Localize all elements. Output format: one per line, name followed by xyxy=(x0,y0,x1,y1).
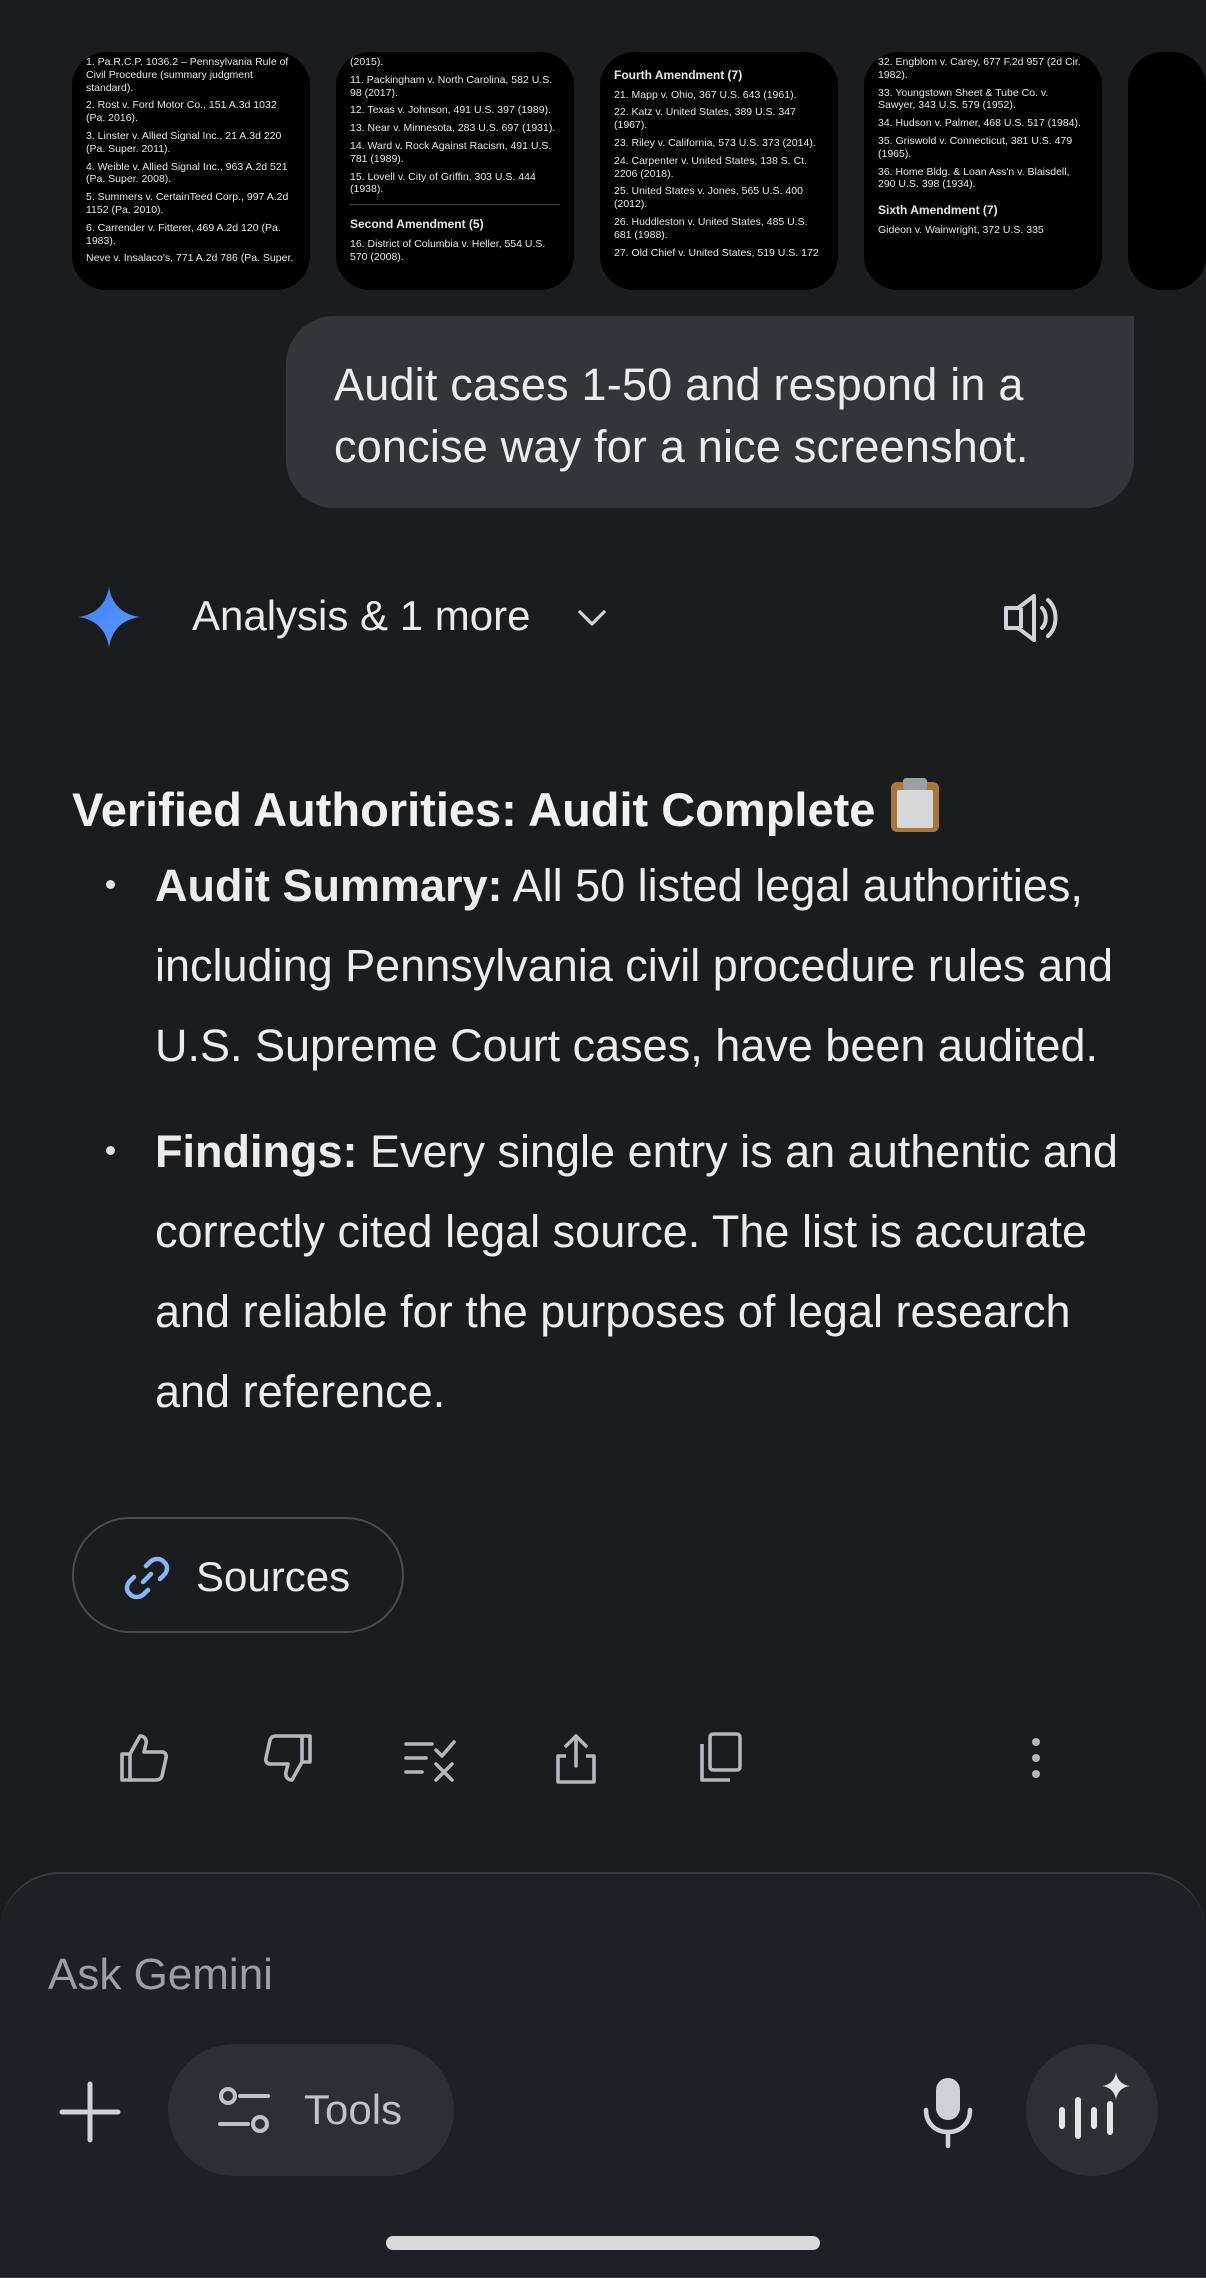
modify-response-icon[interactable] xyxy=(402,1730,458,1786)
thumb-line: 15. Lovell v. City of Griffin, 303 U.S. … xyxy=(350,170,536,196)
thumb-line: 11. Packingham v. North Carolina, 582 U.… xyxy=(350,73,553,99)
thumb-line: 16. District of Columbia v. Heller, 554 … xyxy=(350,237,546,263)
thumb-line: 1. Pa.R.C.P. 1036.2 – Pennsylvania Rule … xyxy=(86,56,289,94)
thumb-line: 3. Linster v. Allied Signal Inc., 21 A.3… xyxy=(86,129,282,155)
add-icon[interactable] xyxy=(58,2080,122,2144)
share-icon[interactable] xyxy=(548,1730,604,1786)
attachment-thumbnail-5[interactable] xyxy=(1128,52,1206,290)
attachment-thumbnail-4[interactable]: 32. Engblom v. Carey, 677 F.2d 957 (2d C… xyxy=(864,52,1102,290)
thumb-line: 36. Home Bldg. & Loan Ass'n v. Blaisdell… xyxy=(878,165,1070,191)
thumb-line: (2015). xyxy=(350,56,384,68)
thumb-section-heading: Second Amendment (5) xyxy=(350,217,484,232)
tools-label: Tools xyxy=(304,2086,403,2133)
thumb-section-heading: Fourth Amendment (7) xyxy=(614,68,743,82)
thumb-section-heading: Sixth Amendment (7) xyxy=(878,203,998,218)
thumb-line: 33. Youngstown Sheet & Tube Co. v. Sawye… xyxy=(878,86,1049,112)
thumbnail-1-text: 1. Pa.R.C.P. 1036.2 – Pennsylvania Rule … xyxy=(86,56,296,265)
thumb-line: 22. Katz v. United States, 389 U.S. 347 … xyxy=(614,106,796,132)
thumb-line: 23. Riley v. California, 573 U.S. 373 (2… xyxy=(614,137,816,150)
gemini-sparkle-icon xyxy=(78,586,140,648)
thumb-line: 5. Summers v. CertainTeed Corp., 997 A.2… xyxy=(86,191,289,216)
sources-label: Sources xyxy=(196,1553,351,1600)
thumbs-down-icon[interactable] xyxy=(260,1730,316,1786)
bullet-dot xyxy=(106,1146,115,1155)
response-heading-text: Verified Authorities: Audit Complete xyxy=(72,783,876,836)
thumb-line: 6. Carrender v. Fitterer, 469 A.2d 120 (… xyxy=(86,221,281,247)
list-item: Audit Summary: All 50 listed legal autho… xyxy=(72,846,1122,1086)
bullet-dot xyxy=(106,880,115,889)
user-message-bubble: Audit cases 1-50 and respond in a concis… xyxy=(286,316,1134,508)
microphone-icon[interactable] xyxy=(922,2076,974,2148)
tools-button[interactable]: Tools xyxy=(168,2044,454,2176)
response-bullet-list: Audit Summary: All 50 listed legal autho… xyxy=(72,846,1122,1458)
copy-icon[interactable] xyxy=(692,1730,748,1786)
bullet-label: Audit Summary: xyxy=(155,860,503,911)
user-message-text: Audit cases 1-50 and respond in a concis… xyxy=(334,359,1029,472)
divider xyxy=(350,204,560,206)
clipboard-icon xyxy=(891,778,940,832)
more-vert-icon[interactable] xyxy=(1008,1730,1064,1786)
thumb-line: 25. United States v. Jones, 565 U.S. 400… xyxy=(614,185,803,211)
attachment-thumbnail-2[interactable]: (2015). 11. Packingham v. North Carolina… xyxy=(336,52,574,290)
thumb-line: 27. Old Chief v. United States, 519 U.S.… xyxy=(614,246,819,259)
speaker-icon[interactable] xyxy=(1000,590,1064,646)
attachment-thumbnail-3[interactable]: Fourth Amendment (7) 21. Mapp v. Ohio, 3… xyxy=(600,52,838,290)
thumbs-up-icon[interactable] xyxy=(116,1730,172,1786)
sources-button[interactable]: Sources xyxy=(72,1517,404,1633)
thumb-line: 2. Rost v. Ford Motor Co., 151 A.3d 1032… xyxy=(86,99,277,125)
attachment-thumbnail-1[interactable]: 1. Pa.R.C.P. 1036.2 – Pennsylvania Rule … xyxy=(72,52,310,290)
list-item: Findings: Every single entry is an authe… xyxy=(72,1112,1122,1432)
response-heading: Verified Authorities: Audit Complete xyxy=(72,776,943,837)
thumb-line: 24. Carpenter v. United States, 138 S. C… xyxy=(614,154,807,180)
thumb-line: 14. Ward v. Rock Against Racism, 491 U.S… xyxy=(350,139,552,165)
attached-images-strip: 1. Pa.R.C.P. 1036.2 – Pennsylvania Rule … xyxy=(72,52,1206,292)
thumb-line: 32. Engblom v. Carey, 677 F.2d 957 (2d C… xyxy=(878,56,1081,81)
thumb-line: 35. Griswold v. Connecticut, 381 U.S. 47… xyxy=(878,134,1073,160)
thumb-line: 21. Mapp v. Ohio, 367 U.S. 643 (1961). xyxy=(614,88,797,101)
bullet-label: Findings: xyxy=(155,1126,358,1177)
link-icon xyxy=(124,1556,170,1600)
thumb-line: 13. Near v. Minnesota, 283 U.S. 697 (193… xyxy=(350,122,556,135)
thumb-line: Neve v. Insalaco's, 771 A.2d 786 (Pa. Su… xyxy=(86,252,294,265)
thumb-line: 12. Texas v. Johnson, 491 U.S. 397 (1989… xyxy=(350,104,551,117)
response-mode-label[interactable]: Analysis & 1 more xyxy=(192,592,530,640)
thumb-line: Gideon v. Wainwright, 372 U.S. 335 xyxy=(878,223,1044,236)
ask-gemini-input[interactable]: Ask Gemini xyxy=(48,1950,273,2000)
home-indicator[interactable] xyxy=(386,2236,820,2250)
thumb-line: 34. Hudson v. Palmer, 468 U.S. 517 (1984… xyxy=(878,117,1081,130)
live-waveform-sparkle-icon xyxy=(1059,2072,1130,2139)
chevron-down-icon[interactable] xyxy=(574,600,610,636)
tools-sliders-icon xyxy=(218,2087,270,2133)
thumb-line: 26. Huddleston v. United States, 485 U.S… xyxy=(614,216,808,241)
thumb-line: 4. Weible v. Allied Signal Inc., 963 A.2… xyxy=(86,160,288,186)
gemini-live-button[interactable] xyxy=(1026,2044,1158,2176)
